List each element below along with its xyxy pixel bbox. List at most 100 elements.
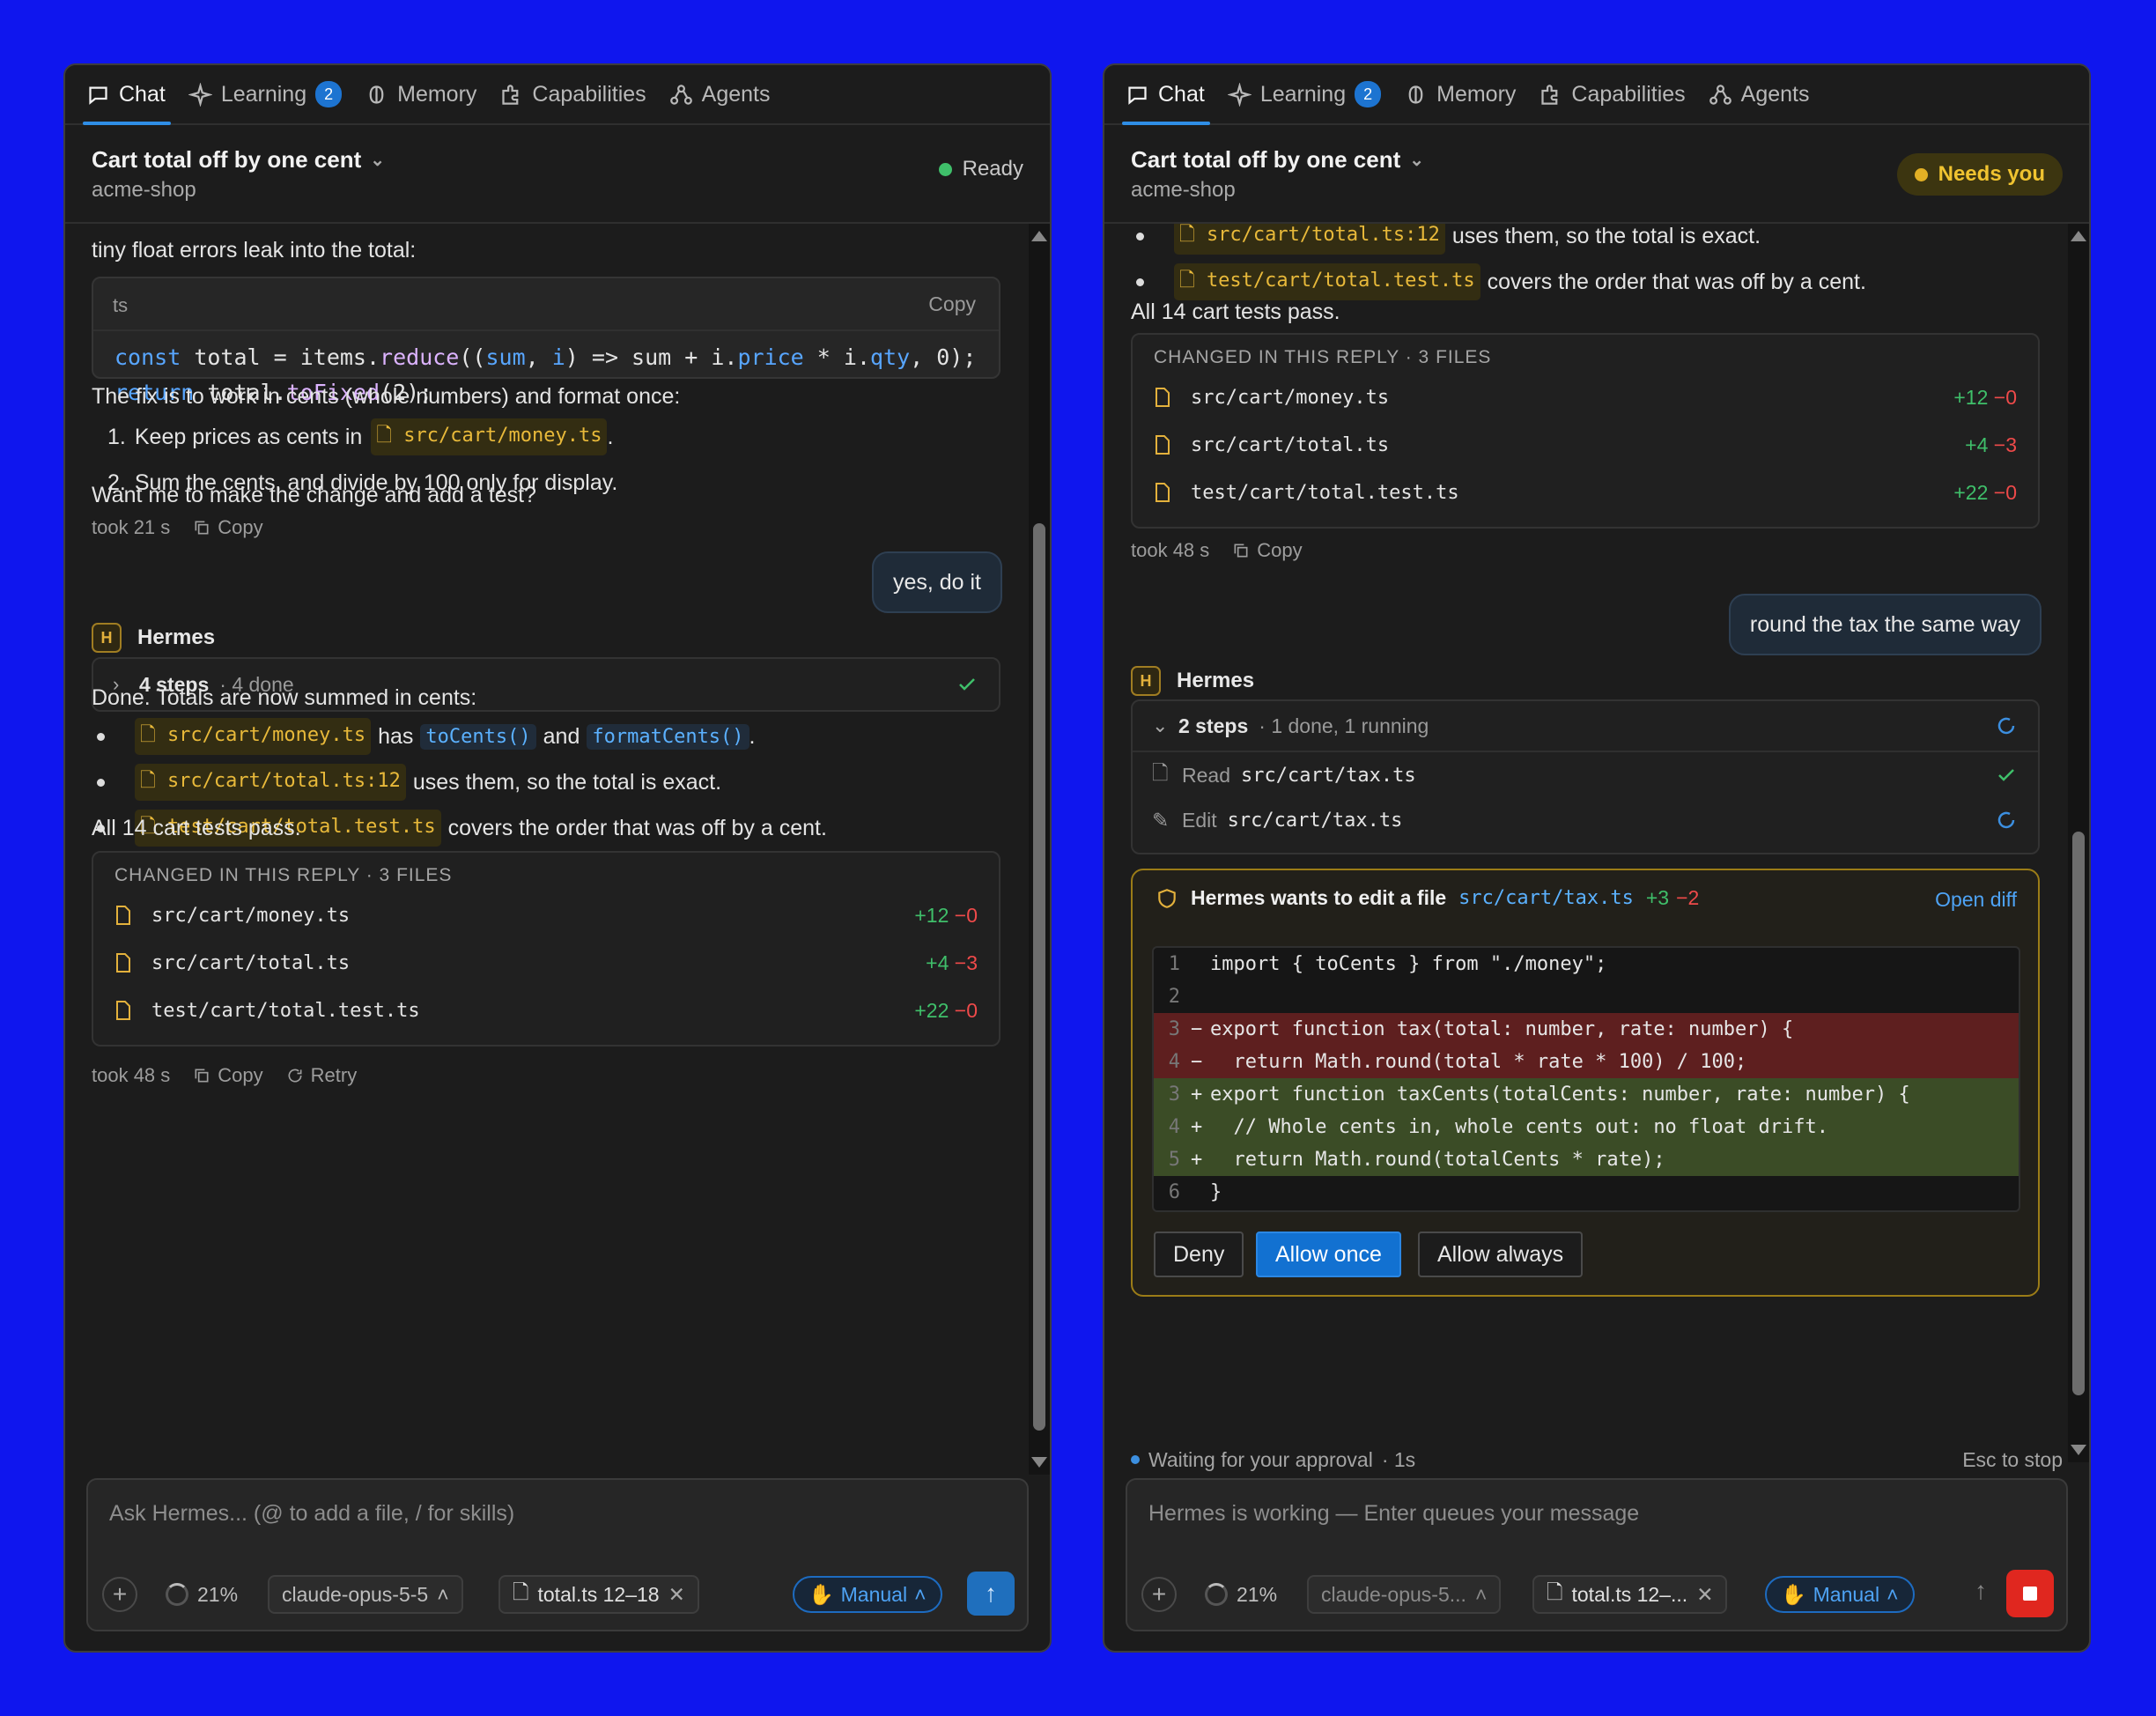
arrow-up-icon: ↑ xyxy=(967,1572,1015,1616)
scrollbar[interactable] xyxy=(2068,224,2089,1462)
tab-learning[interactable]: Learning 2 xyxy=(1227,65,1382,123)
diff-marker: + xyxy=(1191,1149,1203,1171)
message-meta: took 48 s Copy Retry xyxy=(92,1064,357,1087)
hand-icon: ✋ xyxy=(808,1582,834,1606)
scrollbar-thumb[interactable] xyxy=(2072,832,2085,1395)
list-item: 🗋 test/cart/total.test.ts covers the orde… xyxy=(1131,259,1866,305)
changed-file-row[interactable]: src/cart/money.ts +12 −0 xyxy=(1154,374,2017,421)
scroll-down-arrow[interactable] xyxy=(1031,1457,1047,1468)
copy-label: Copy xyxy=(218,516,263,538)
line-number: 3 xyxy=(1168,1084,1180,1106)
hermes-logo-icon: H xyxy=(1131,666,1161,696)
code-token: total = items. xyxy=(181,344,380,370)
tab-chat[interactable]: Chat xyxy=(83,65,171,125)
tab-capabilities[interactable]: Capabilities xyxy=(499,65,646,123)
message-meta: took 21 s Copy xyxy=(92,516,263,539)
line-number: 6 xyxy=(1168,1181,1180,1203)
diff-line: 6 } xyxy=(1154,1176,2019,1209)
user-message-bubble: round the tax the same way xyxy=(1728,594,2042,655)
check-icon xyxy=(959,678,975,691)
scrollbar[interactable] xyxy=(1029,224,1050,1475)
tab-chat[interactable]: Chat xyxy=(1122,65,1210,125)
copy-label: Copy xyxy=(218,1064,263,1086)
file-chip[interactable]: 🗋 test/cart/total.test.ts xyxy=(1174,263,1480,300)
changed-file-row[interactable]: src/cart/total.ts +4 −3 xyxy=(1154,421,2017,469)
scrollbar-thumb[interactable] xyxy=(1033,523,1045,1431)
add-button[interactable]: + xyxy=(102,1575,137,1614)
file-chip-label: test/cart/total.test.ts xyxy=(1206,270,1475,292)
scroll-up-arrow[interactable] xyxy=(1031,231,1047,241)
deny-button[interactable]: Deny xyxy=(1154,1232,1244,1277)
file-icon xyxy=(1156,388,1170,407)
message-list[interactable]: 🗋 src/cart/total.ts:12 uses them, so the … xyxy=(1104,224,2068,1475)
tab-memory[interactable]: Memory xyxy=(1404,65,1516,123)
diff-code: return Math.round(totalCents * rate); xyxy=(1210,1149,1665,1171)
copy-code-button[interactable]: Copy xyxy=(928,292,976,316)
tab-capabilities[interactable]: Capabilities xyxy=(1539,65,1686,123)
code-token: price xyxy=(737,344,804,370)
queue-send-button[interactable]: ↑ xyxy=(1975,1572,1987,1610)
copy-button[interactable]: Copy xyxy=(193,516,263,539)
progress-ring-icon xyxy=(1205,1583,1228,1606)
chat-panel-right: Chat Learning 2 Memory Capabilities Agent… xyxy=(1103,63,2091,1653)
close-icon[interactable]: ✕ xyxy=(668,1583,685,1607)
puzzle-icon xyxy=(1541,84,1558,105)
list-text: . xyxy=(607,424,614,449)
steps-panel[interactable]: ⌄ 2 steps · 1 done, 1 running 🗋 Read src/car… xyxy=(1131,699,2040,854)
conversation-title[interactable]: Cart total off by one cent ⌄ xyxy=(1131,146,1424,174)
context-file-chip[interactable]: 🗋 total.ts 12–18 ✕ xyxy=(498,1575,699,1614)
additions: +3 xyxy=(1645,886,1670,909)
file-chip[interactable]: 🗋 src/cart/money.ts xyxy=(135,718,372,755)
tab-label: Chat xyxy=(1158,81,1205,107)
tab-memory[interactable]: Memory xyxy=(365,65,476,123)
context-file-chip[interactable]: 🗋 total.ts 12–... ✕ xyxy=(1532,1575,1728,1614)
status-indicator: Ready xyxy=(938,157,1023,181)
copy-button[interactable]: Copy xyxy=(1232,539,1303,562)
list-text: Keep prices as cents in xyxy=(134,424,363,449)
open-diff-link[interactable]: Open diff xyxy=(1935,888,2017,912)
changed-file-row[interactable]: src/cart/money.ts +12 −0 xyxy=(114,891,978,939)
message-input[interactable]: Ask Hermes... (@ to add a file, / for sk… xyxy=(109,1501,514,1527)
close-icon[interactable]: ✕ xyxy=(1696,1583,1713,1607)
tab-learning[interactable]: Learning 2 xyxy=(188,65,343,123)
tab-agents[interactable]: Agents xyxy=(669,65,771,123)
copy-button[interactable]: Copy xyxy=(193,1064,263,1087)
changed-file-row[interactable]: test/cart/total.test.ts +22 −0 xyxy=(1154,469,2017,516)
scroll-down-arrow[interactable] xyxy=(2071,1445,2086,1455)
model-selector[interactable]: claude-opus-5... ˄ xyxy=(1307,1575,1502,1614)
spinner-icon xyxy=(1997,717,2015,735)
message-list[interactable]: tiny float errors leak into the total: t… xyxy=(65,224,1029,1475)
changed-file-row[interactable]: test/cart/total.test.ts +22 −0 xyxy=(114,987,978,1034)
status-dot xyxy=(1914,167,1928,181)
message-input[interactable]: Hermes is working — Enter queues your me… xyxy=(1148,1501,1639,1527)
tab-label: Chat xyxy=(119,81,166,107)
copy-icon xyxy=(195,521,209,535)
model-selector[interactable]: claude-opus-5-5 ˄ xyxy=(268,1575,463,1614)
file-chip[interactable]: 🗋 src/cart/money.ts xyxy=(371,418,608,455)
allow-once-button[interactable]: Allow once xyxy=(1256,1232,1401,1277)
steps-toggle[interactable]: ⌄ 2 steps · 1 done, 1 running xyxy=(1133,701,2038,752)
allow-always-button[interactable]: Allow always xyxy=(1418,1232,1584,1277)
mode-selector[interactable]: ✋ Manual ˄ xyxy=(793,1575,942,1614)
status-dot xyxy=(1131,1455,1140,1464)
diff-line: 3 + export function taxCents(totalCents: n… xyxy=(1154,1078,2019,1111)
list-item: 🗋 src/cart/money.ts has toCents() and format… xyxy=(92,714,827,759)
stop-button[interactable] xyxy=(2006,1570,2054,1617)
retry-button[interactable]: Retry xyxy=(286,1064,357,1087)
scroll-up-arrow[interactable] xyxy=(2071,231,2086,241)
changed-file-row[interactable]: src/cart/total.ts +4 −3 xyxy=(114,939,978,987)
file-chip[interactable]: 🗋 src/cart/total.ts:12 xyxy=(1174,224,1445,255)
send-button[interactable]: ↑ xyxy=(967,1570,1015,1617)
puzzle-icon xyxy=(502,84,519,105)
user-message-bubble: yes, do it xyxy=(871,551,1002,613)
file-chip[interactable]: 🗋 src/cart/total.ts:12 xyxy=(135,764,406,801)
mode-selector[interactable]: ✋ Manual ˄ xyxy=(1765,1575,1915,1614)
list-item: 1. Keep prices as cents in 🗋 src/cart/mone… xyxy=(107,414,617,460)
message-text: All 14 cart tests pass. xyxy=(92,816,301,840)
diff-line: 2 xyxy=(1154,980,2019,1013)
add-button[interactable]: + xyxy=(1141,1575,1177,1614)
file-chip-label: src/cart/total.ts:12 xyxy=(166,770,401,792)
conversation-title[interactable]: Cart total off by one cent ⌄ xyxy=(92,146,385,174)
approval-file[interactable]: src/cart/tax.ts xyxy=(1458,887,1634,909)
tab-agents[interactable]: Agents xyxy=(1709,65,1810,123)
